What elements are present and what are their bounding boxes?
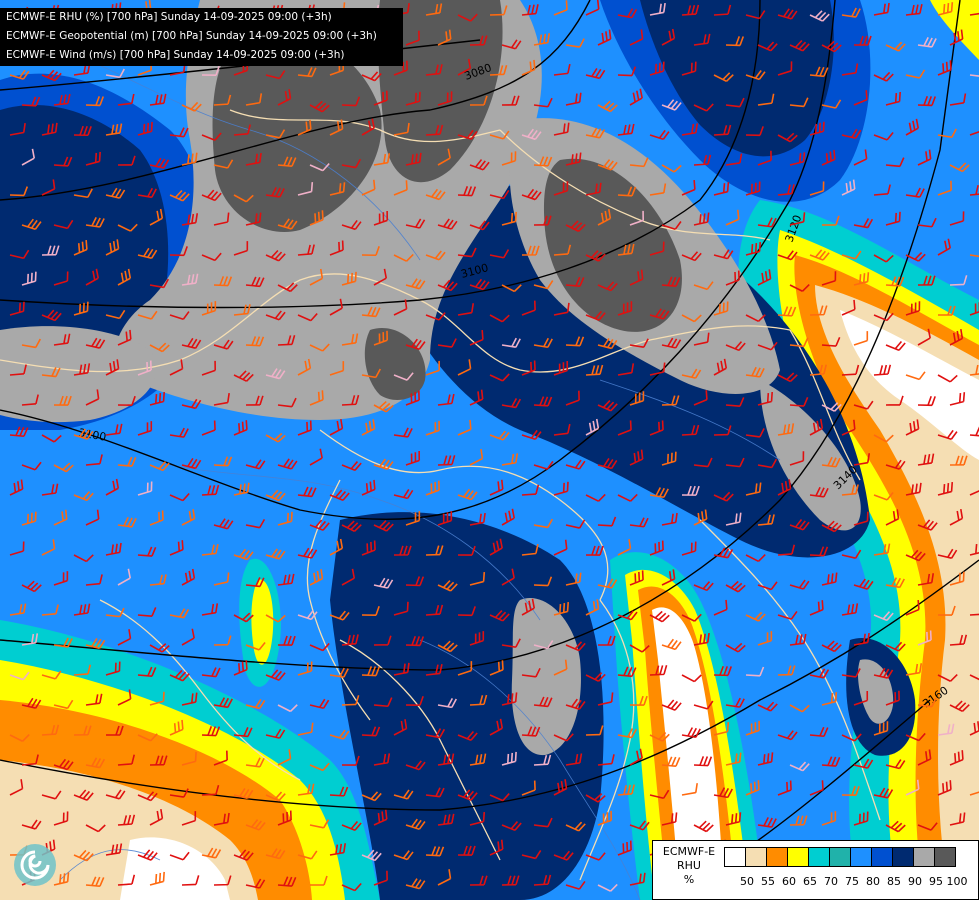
legend-swatch <box>829 847 851 867</box>
legend-tick-label: 85 <box>887 875 901 888</box>
legend-tick-label: 80 <box>866 875 880 888</box>
ecmwf-logo-icon <box>14 844 56 886</box>
legend-swatches <box>724 847 956 867</box>
header-geopotential-line: ECMWF-E Geopotential (m) [700 hPa] Sunda… <box>6 30 377 42</box>
legend-swatch <box>808 847 830 867</box>
legend-tick-label: 90 <box>908 875 922 888</box>
legend-swatch <box>871 847 893 867</box>
legend-swatch <box>913 847 935 867</box>
legend-tick-label: 100 <box>946 875 968 888</box>
legend-title-variable: RHU <box>677 859 701 872</box>
legend-swatch <box>766 847 788 867</box>
legend-ticks: 50 55 60 65 70 75 80 85 90 95 100 <box>725 875 975 889</box>
legend-swatch <box>892 847 914 867</box>
legend-title: ECMWF-E RHU % <box>653 845 725 887</box>
legend-swatch <box>934 847 956 867</box>
legend-tick-label: 60 <box>782 875 796 888</box>
rhu-legend: ECMWF-E RHU % 50 55 60 65 70 75 80 85 90 95 100 <box>652 840 979 900</box>
legend-swatch <box>850 847 872 867</box>
legend-tick-label: 50 <box>740 875 754 888</box>
legend-tick-label: 55 <box>761 875 775 888</box>
legend-swatch <box>745 847 767 867</box>
rhu-map: 3080 3100 3100 3120 3140 3160 <box>0 0 979 900</box>
legend-tick-label: 75 <box>845 875 859 888</box>
legend-swatch <box>724 847 746 867</box>
legend-swatch <box>787 847 809 867</box>
header-rhu-line: ECMWF-E RHU (%) [700 hPa] Sunday 14-09-2… <box>6 11 332 23</box>
legend-tick-label: 70 <box>824 875 838 888</box>
legend-tick-label: 65 <box>803 875 817 888</box>
map-header: ECMWF-E RHU (%) [700 hPa] Sunday 14-09-2… <box>0 8 403 66</box>
legend-title-unit: % <box>683 873 695 886</box>
header-wind-line: ECMWF-E Wind (m/s) [700 hPa] Sunday 14-0… <box>6 49 345 61</box>
legend-title-model: ECMWF-E <box>662 845 716 858</box>
legend-tick-label: 95 <box>929 875 943 888</box>
